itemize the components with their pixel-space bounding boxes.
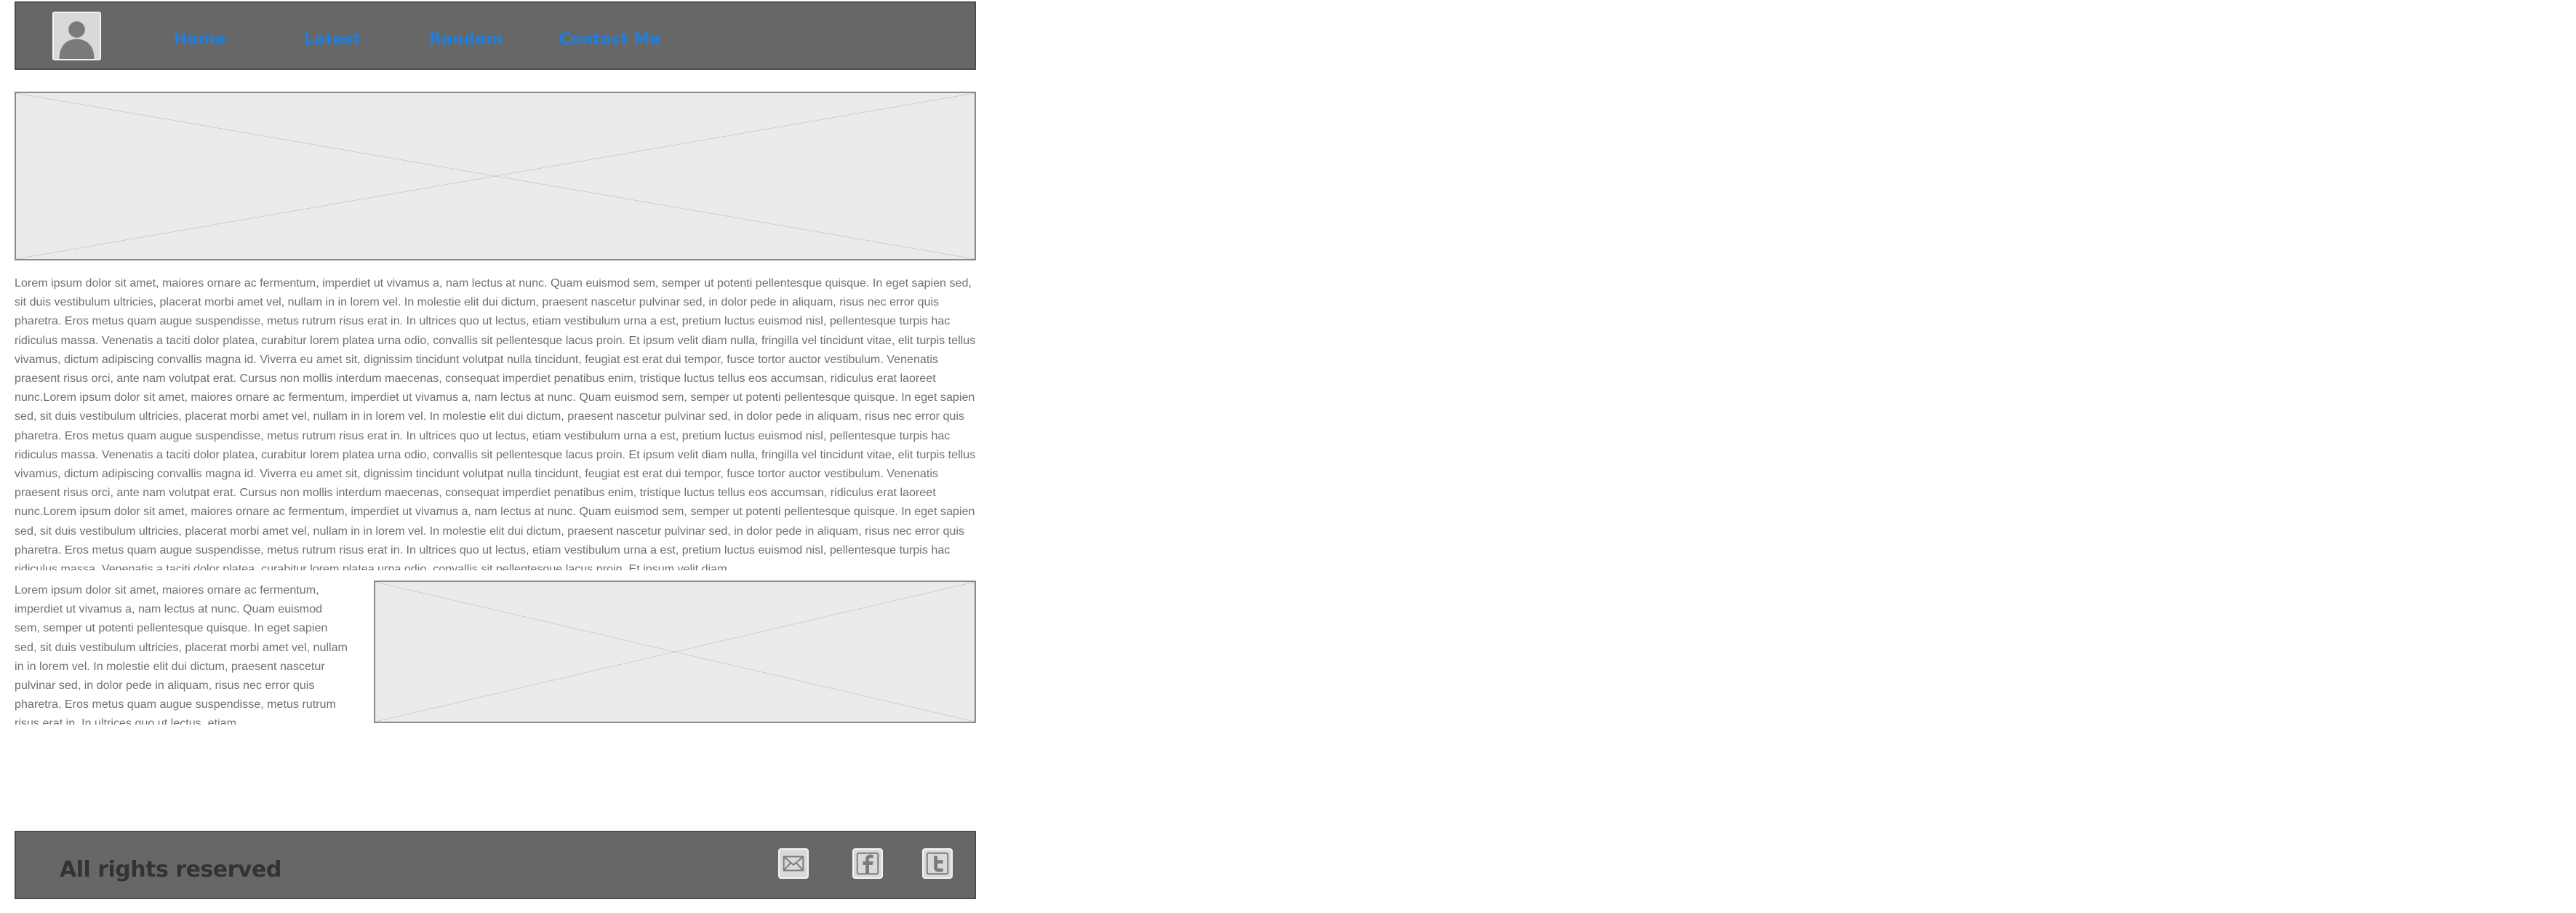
avatar[interactable] [52,12,101,60]
main-paragraph: Lorem ipsum dolor sit amet, maiores orna… [15,276,976,570]
nav-home-link[interactable]: Home [174,31,225,49]
facebook-icon[interactable] [852,848,883,879]
user-silhouette-icon [54,13,100,59]
placeholder-cross-icon [375,582,975,722]
site-footer: All rights reserved [15,831,976,899]
side-image-placeholder [374,581,976,723]
twitter-icon[interactable] [922,848,953,879]
page-frame: Home Latest Random Contact Me Lorem ipsu… [15,0,976,913]
mail-icon[interactable] [778,848,809,879]
nav-random-link[interactable]: Random [429,31,503,49]
hero-image-placeholder [15,92,976,260]
nav-contact-link[interactable]: Contact Me [559,31,660,49]
site-header: Home Latest Random Contact Me [15,1,976,70]
column-paragraph: Lorem ipsum dolor sit amet, maiores orna… [15,583,348,725]
copyright-text: All rights reserved [60,857,281,882]
nav-latest-link[interactable]: Latest [304,31,361,49]
placeholder-cross-icon [16,93,975,259]
